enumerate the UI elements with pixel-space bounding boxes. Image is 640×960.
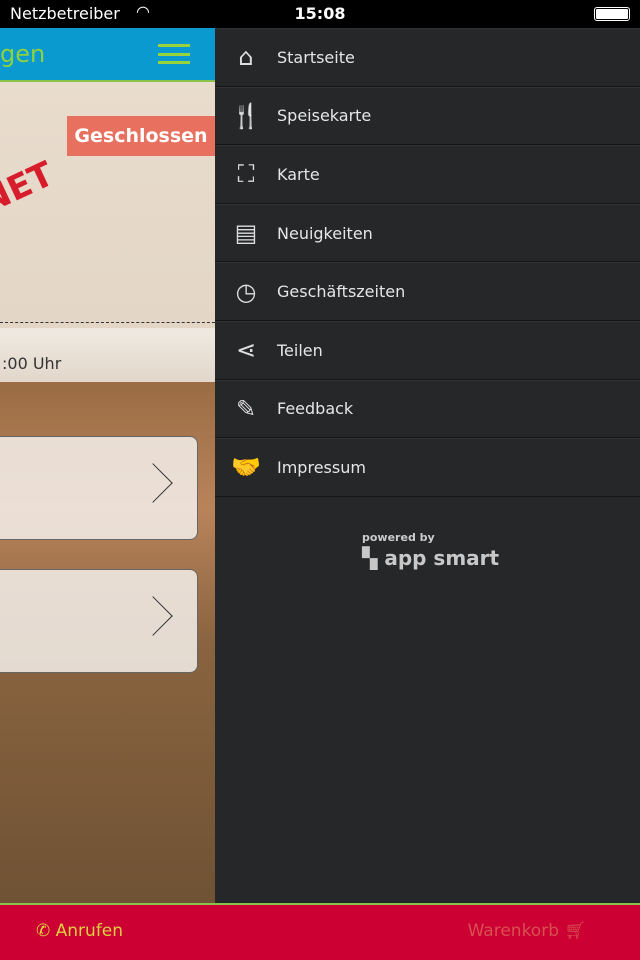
home-icon: ⌂ xyxy=(238,43,254,72)
handshake-icon: 🤝 xyxy=(231,453,261,482)
battery-icon xyxy=(594,7,630,21)
action-card[interactable] xyxy=(0,569,198,673)
call-label: Anrufen xyxy=(55,921,124,941)
call-button[interactable]: ✆ Anrufen xyxy=(36,921,123,941)
app-header: gen xyxy=(0,28,215,82)
cart-button[interactable]: Warenkorb 🛒︎ xyxy=(468,921,586,941)
menu-item-impressum[interactable]: 🤝 Impressum xyxy=(215,438,640,497)
status-bar: Netzbetreiber ◠ 15:08 xyxy=(0,0,640,28)
menu-item-teilen[interactable]: ⋖ Teilen xyxy=(215,320,640,380)
brand-text: app smart xyxy=(384,546,500,570)
chevron-right-icon xyxy=(133,463,173,503)
menu-item-feedback[interactable]: ✎ Feedback xyxy=(215,379,640,439)
menu-label: Impressum xyxy=(277,457,366,477)
powered-by-logo[interactable]: powered by ▚ app smart xyxy=(362,531,499,570)
menu-label: Karte xyxy=(277,164,320,184)
menu-label: Startseite xyxy=(277,47,355,67)
menu-label: Speisekarte xyxy=(277,106,372,126)
menu-item-geschaeftszeiten[interactable]: ◷ Geschäftszeiten xyxy=(215,262,640,321)
phone-icon: ✆ xyxy=(36,921,51,941)
action-card[interactable] xyxy=(0,436,198,540)
menu-item-neuigkeiten[interactable]: ▤ Neuigkeiten xyxy=(215,203,640,263)
restaurant-logo: NET xyxy=(0,154,60,222)
menu-label: Feedback xyxy=(277,399,354,419)
menu-item-karte[interactable]: ⛶ Karte xyxy=(215,145,640,204)
map-icon: ⛶ xyxy=(237,160,255,189)
app-smart-logo: ▚ app smart xyxy=(362,546,500,570)
side-menu: ⌂ Startseite 🍴 Speisekarte ⛶ Karte ▤ Neuigke… xyxy=(215,28,640,903)
feedback-icon: ✎ xyxy=(235,394,257,423)
powered-by-text: powered by xyxy=(362,531,435,544)
status-badge: Geschlossen xyxy=(67,116,215,156)
bottom-bar: ✆ Anrufen Warenkorb 🛒︎ xyxy=(0,903,640,960)
opening-hours: :00 Uhr xyxy=(0,328,215,382)
share-icon: ⋖ xyxy=(235,336,257,365)
page-title: gen xyxy=(0,40,46,68)
cart-label: Warenkorb xyxy=(467,921,559,941)
menu-item-speisekarte[interactable]: 🍴 Speisekarte xyxy=(215,86,640,146)
news-icon: ▤ xyxy=(234,219,258,248)
menu-item-startseite[interactable]: ⌂ Startseite xyxy=(215,28,640,87)
hours-text: :00 Uhr xyxy=(2,354,62,373)
clock: 15:08 xyxy=(294,4,346,23)
menu-label: Teilen xyxy=(277,340,323,360)
cutlery-icon: 🍴 xyxy=(231,101,261,130)
chevron-right-icon xyxy=(133,596,173,636)
cart-icon: 🛒︎ xyxy=(564,921,586,941)
delivery-clock-icon: ◷ xyxy=(235,277,257,306)
main-content: NET gen Geschlossen :00 Uhr xyxy=(0,28,215,903)
menu-label: Geschäftszeiten xyxy=(277,282,406,302)
hamburger-menu-icon[interactable] xyxy=(158,44,190,64)
divider xyxy=(0,322,215,323)
menu-label: Neuigkeiten xyxy=(277,223,373,243)
